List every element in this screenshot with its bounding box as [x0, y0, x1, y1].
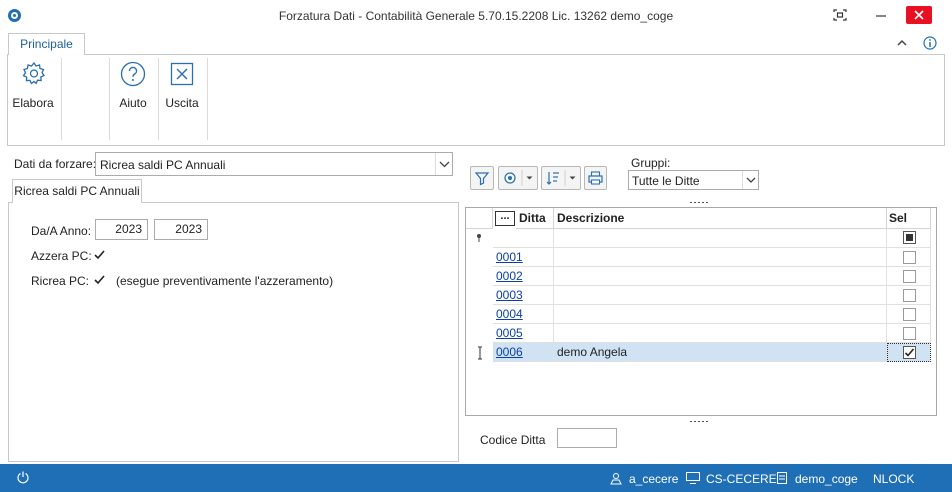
codice-ditta-input[interactable] — [557, 428, 617, 448]
table-row[interactable]: 0002 — [493, 267, 554, 286]
dati-da-forzare-select[interactable]: Ricrea saldi PC Annuali — [95, 152, 453, 176]
gruppi-value: Tutte le Ditte — [632, 174, 700, 188]
settings-dropdown-button[interactable] — [498, 166, 538, 190]
sel-checkbox[interactable] — [903, 327, 916, 340]
tab-ricrea-saldi[interactable]: Ricrea saldi PC Annuali — [12, 179, 142, 203]
sort-dropdown-button[interactable] — [541, 166, 581, 190]
filter-row-pin-icon — [474, 232, 484, 244]
ditta-link[interactable]: 0005 — [493, 326, 523, 340]
status-nlock: NLOCK — [873, 472, 915, 486]
tab-principale[interactable]: Principale — [8, 33, 85, 55]
filter-button[interactable] — [470, 166, 494, 190]
print-icon — [588, 171, 603, 185]
settings-icon — [504, 170, 533, 186]
ribbon-separator — [158, 58, 159, 140]
chevron-down-icon[interactable] — [435, 153, 452, 175]
sel-checkbox[interactable] — [903, 270, 916, 283]
uscita-button[interactable]: Uscita — [161, 58, 203, 140]
ricrea-pc-label: Ricrea PC: — [31, 274, 90, 288]
fullscreen-icon[interactable] — [831, 7, 849, 23]
descrizione-cell[interactable] — [554, 324, 887, 343]
aiuto-button[interactable]: Aiuto — [112, 58, 154, 140]
ribbon-separator — [207, 58, 208, 140]
codice-ditta-label: Codice Ditta — [480, 433, 546, 447]
ribbon-tab-strip — [0, 31, 952, 55]
table-row[interactable]: 0006 — [493, 343, 554, 362]
ditta-link[interactable]: 0002 — [493, 269, 523, 283]
computer-icon — [685, 471, 701, 485]
info-icon[interactable] — [923, 36, 937, 50]
table-row[interactable]: 0005 — [493, 324, 554, 343]
exit-icon — [170, 62, 194, 86]
sel-checkbox[interactable] — [903, 251, 916, 264]
column-header-ditta[interactable]: Ditta — [516, 208, 554, 229]
window-title: Forzatura Dati - Contabilità Generale 5.… — [278, 9, 674, 23]
ricrea-pc-note: (esegue preventivamente l'azzeramento) — [116, 274, 334, 288]
status-bar: a_cecere CS-CECERE demo_coge NLOCK — [0, 464, 952, 492]
status-computer: CS-CECERE — [706, 472, 777, 486]
sel-checkbox-checked[interactable] — [903, 346, 916, 359]
chevron-up-icon[interactable] — [895, 36, 909, 50]
table-row[interactable]: 0001 — [493, 248, 554, 267]
uscita-label: Uscita — [165, 96, 199, 110]
ricrea-saldi-panel — [8, 202, 459, 462]
gear-icon — [22, 61, 45, 85]
ribbon-separator — [61, 58, 62, 140]
power-icon[interactable] — [16, 470, 30, 484]
dati-da-forzare-value: Ricrea saldi PC Annuali — [100, 158, 226, 172]
filter-cell-ditta[interactable] — [493, 229, 554, 248]
column-header-sel[interactable]: Sel — [887, 208, 931, 229]
descrizione-cell[interactable] — [554, 286, 887, 305]
azzera-pc-checkbox[interactable] — [93, 248, 106, 261]
grid-corner-header — [466, 208, 493, 229]
ribbon-separator — [109, 58, 110, 140]
anno-a-input[interactable]: 2023 — [154, 219, 208, 240]
descrizione-cell[interactable]: demo Angela — [554, 343, 887, 362]
anno-da-input[interactable]: 2023 — [95, 219, 148, 240]
status-user: a_cecere — [629, 472, 679, 486]
dati-da-forzare-label: Dati da forzare: — [14, 157, 97, 171]
filter-icon — [474, 172, 490, 186]
chevron-down-icon[interactable] — [742, 171, 758, 189]
ditta-link[interactable]: 0004 — [493, 307, 523, 321]
gruppi-label: Gruppi: — [631, 156, 671, 170]
sort-icon — [546, 170, 576, 186]
status-database: demo_coge — [795, 472, 858, 486]
close-icon[interactable] — [906, 6, 932, 24]
da-a-anno-label: Da/A Anno: — [31, 224, 92, 238]
filter-sel-checkbox[interactable] — [903, 231, 916, 244]
table-row[interactable]: 0003 — [493, 286, 554, 305]
ricrea-pc-checkbox[interactable] — [93, 273, 106, 286]
elabora-label: Elabora — [12, 96, 54, 110]
column-chooser-button[interactable]: ... — [495, 211, 515, 226]
azzera-pc-label: Azzera PC: — [31, 249, 92, 263]
sel-checkbox[interactable] — [903, 308, 916, 321]
minimize-icon[interactable] — [872, 7, 890, 23]
help-icon — [120, 61, 146, 87]
ditta-link[interactable]: 0006 — [493, 345, 523, 359]
sel-checkbox[interactable] — [903, 289, 916, 302]
aiuto-label: Aiuto — [119, 96, 147, 110]
filter-cell-descrizione[interactable] — [554, 229, 887, 248]
column-header-descrizione[interactable]: Descrizione — [554, 208, 887, 229]
descrizione-cell[interactable] — [554, 267, 887, 286]
table-row[interactable]: 0004 — [493, 305, 554, 324]
descrizione-cell[interactable] — [554, 248, 887, 267]
print-button[interactable] — [584, 166, 607, 190]
database-icon — [776, 471, 788, 485]
splitter-grip-bottom[interactable] — [689, 420, 709, 423]
descrizione-cell[interactable] — [554, 305, 887, 324]
gruppi-select[interactable]: Tutte le Ditte — [628, 170, 759, 190]
splitter-grip-top[interactable] — [689, 201, 709, 204]
user-icon — [609, 471, 623, 485]
ditta-link[interactable]: 0003 — [493, 288, 523, 302]
ditta-link[interactable]: 0001 — [493, 250, 523, 264]
elabora-button[interactable]: Elabora — [10, 58, 56, 140]
text-cursor-icon — [475, 346, 485, 360]
